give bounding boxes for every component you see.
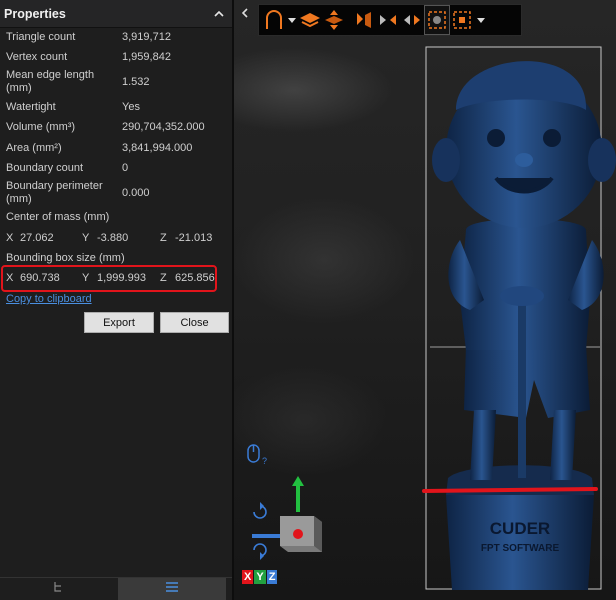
model-left-eye: [487, 129, 505, 147]
bbox-z-value: 625.856: [175, 272, 215, 284]
sign-line2-text: FPT SOFTWARE: [481, 543, 560, 554]
tab-hierarchy[interactable]: [0, 578, 116, 600]
model-right-leg: [550, 410, 576, 480]
com-x-value: 27.062: [20, 232, 54, 244]
property-label: Mean edge length (mm): [6, 69, 95, 94]
model-nose: [515, 153, 533, 167]
bounding-box-label: Bounding box size (mm): [6, 252, 125, 264]
copy-to-clipboard-link[interactable]: Copy to clipboard: [6, 293, 92, 305]
export-button[interactable]: Export: [84, 312, 154, 333]
center-of-mass-values: X 27.062 Y -3.880 Z -21.013: [6, 232, 218, 246]
property-label: Triangle count: [6, 31, 76, 43]
xyz-axis-badge[interactable]: X Y Z: [242, 570, 278, 584]
tab-properties[interactable]: [118, 578, 226, 600]
property-label: Area (mm²): [6, 142, 62, 154]
model-left-ear: [432, 138, 460, 182]
com-z-value: -21.013: [175, 232, 213, 244]
mouse-help-icon[interactable]: ?: [244, 442, 272, 473]
svg-text:?: ?: [262, 456, 267, 466]
bbox-x-label: X: [6, 272, 14, 284]
model-right-ear: [588, 138, 616, 182]
bbox-x-value: 690.738: [20, 272, 60, 284]
close-button[interactable]: Close: [160, 312, 229, 333]
property-label: Vertex count: [6, 51, 68, 63]
property-label: Boundary count: [6, 162, 84, 174]
model-left-leg: [470, 410, 496, 480]
property-label: Boundary perimeter (mm): [6, 180, 103, 205]
collapse-chevron-up-icon[interactable]: [214, 8, 224, 20]
measurement-highlight-line: [422, 487, 598, 493]
bounding-box-values: X 690.738 Y 1,999.993 Z 625.856: [6, 272, 218, 286]
panel-footer: [0, 577, 232, 600]
model-shovel-handle: [518, 298, 526, 478]
property-value: 290,704,352.000: [122, 121, 205, 133]
model-hands: [500, 286, 544, 306]
property-value: 3,841,994.000: [122, 142, 193, 154]
center-of-mass-label: Center of mass (mm): [6, 211, 110, 223]
3d-viewport[interactable]: CUDER FPT SOFTWARE ? X Y Z: [234, 0, 616, 600]
bbox-y-label: Y: [82, 272, 90, 284]
bbox-y-value: 1,999.993: [97, 272, 146, 284]
list-icon: [165, 580, 179, 598]
properties-panel: Properties Triangle count 3,919,712 Vert…: [0, 0, 234, 600]
com-y-label: Y: [82, 232, 90, 244]
hierarchy-icon: [52, 580, 64, 598]
sign-line1-text: CUDER: [490, 519, 550, 538]
property-label: Volume (mm³): [6, 121, 76, 133]
model-right-eye: [543, 129, 561, 147]
panel-header: Properties: [0, 0, 232, 28]
com-y-value: -3.880: [97, 232, 129, 244]
property-value: 0.000: [122, 187, 150, 199]
model-shorts: [464, 345, 590, 418]
com-x-label: X: [6, 232, 14, 244]
com-z-label: Z: [160, 232, 167, 244]
property-value: 1,959,842: [122, 51, 171, 63]
axis-x-label: X: [242, 570, 254, 584]
axis-z-label: Z: [266, 570, 278, 584]
property-value: Yes: [122, 101, 140, 113]
panel-title: Properties: [4, 6, 66, 21]
axis-y-label: Y: [254, 570, 266, 584]
property-value: 1.532: [122, 76, 150, 88]
property-value: 3,919,712: [122, 31, 171, 43]
bbox-z-label: Z: [160, 272, 167, 284]
property-label: Watertight: [6, 101, 56, 113]
property-value: 0: [122, 162, 129, 174]
